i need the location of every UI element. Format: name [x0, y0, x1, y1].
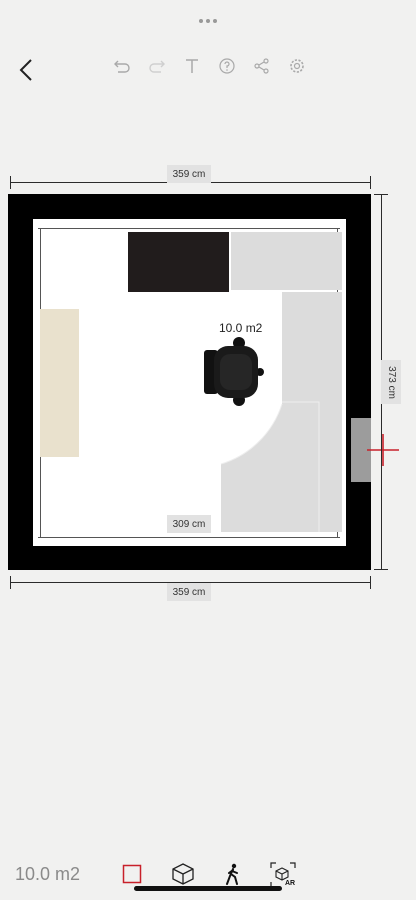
dimension-label-right[interactable]: 373 cm: [381, 360, 401, 404]
back-button[interactable]: [12, 56, 40, 84]
drag-handle[interactable]: [198, 11, 218, 23]
help-button[interactable]: [215, 55, 239, 77]
text-button[interactable]: [180, 55, 204, 77]
share-icon: [254, 58, 269, 74]
dimension-label-right-text: 373 cm: [385, 365, 397, 399]
text-icon: [186, 59, 198, 73]
redo-icon: [149, 60, 165, 73]
2d-view-button[interactable]: [120, 862, 144, 886]
walking-person-icon: [226, 863, 238, 885]
inner-dimension-top: [38, 228, 340, 229]
light-cabinet[interactable]: [231, 232, 342, 290]
square-icon: [122, 864, 142, 884]
dimension-tick: [10, 576, 11, 589]
walk-mode-button[interactable]: [221, 861, 245, 887]
dimension-tick: [10, 176, 11, 189]
wood-shelf[interactable]: [40, 309, 79, 457]
gear-icon: [290, 59, 304, 73]
dimension-tick: [374, 194, 388, 195]
office-chair[interactable]: [202, 336, 266, 408]
dimension-tick: [374, 569, 388, 570]
help-icon: [219, 58, 235, 74]
dimension-tick: [370, 576, 371, 589]
share-button[interactable]: [250, 55, 274, 77]
settings-button[interactable]: [285, 55, 309, 77]
cube-icon: [172, 863, 194, 885]
home-indicator[interactable]: [134, 886, 282, 891]
dimension-tick: [370, 176, 371, 189]
redo-button[interactable]: [145, 55, 169, 77]
undo-icon: [114, 60, 130, 73]
room-area-label: 10.0 m2: [219, 321, 263, 335]
chevron-left-icon: [19, 59, 32, 81]
dimension-label-top[interactable]: 359 cm: [167, 165, 211, 183]
dark-cabinet[interactable]: [128, 232, 229, 292]
undo-button[interactable]: [110, 55, 134, 77]
inner-dimension-bottom: [38, 537, 340, 538]
crosshair-icon[interactable]: [367, 434, 399, 466]
ar-label: AR: [285, 880, 296, 887]
dimension-label-inner[interactable]: 309 cm: [167, 515, 211, 533]
bottom-toolbar: 10.0 m2 AR: [0, 848, 416, 900]
dimension-label-bottom[interactable]: 359 cm: [167, 583, 211, 601]
total-area: 10.0 m2: [15, 864, 81, 884]
3d-view-button[interactable]: [170, 861, 196, 887]
